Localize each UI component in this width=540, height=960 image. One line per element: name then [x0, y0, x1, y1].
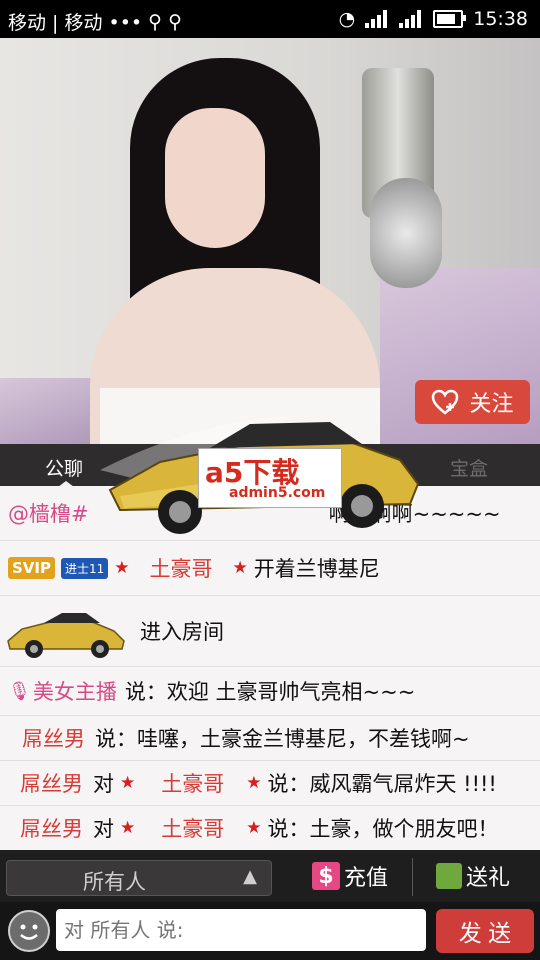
gift-button[interactable]: 送礼: [436, 860, 510, 892]
recharge-label: 充值: [344, 866, 389, 891]
chat-row: 屌丝男 说： 哇噻，土豪金兰博基尼，不差钱啊~: [0, 716, 540, 761]
carrier-label: 移动 | 移动 •••: [8, 12, 143, 34]
chat-verb: 说：: [267, 817, 310, 841]
input-bar: 发 送: [0, 902, 540, 960]
emoji-icon[interactable]: [8, 910, 50, 952]
level-badge: 进士11: [61, 557, 109, 579]
svip-badge: SVIP: [8, 557, 55, 579]
chat-verb: 对: [93, 817, 114, 841]
chat-user-name[interactable]: 美女主播: [33, 676, 117, 706]
chat-verb: 说：: [267, 772, 310, 796]
signal-icon: [365, 10, 389, 28]
clock: 15:38: [473, 8, 528, 30]
star-icon: ★: [246, 773, 262, 793]
divider: [412, 858, 413, 896]
star-icon: ★: [246, 818, 262, 838]
chat-message: 哇噻，土豪金兰博基尼，不差钱啊~: [137, 727, 470, 751]
follow-label: 关注: [469, 392, 514, 417]
chat-verb: 说：: [95, 727, 137, 751]
heart-plus-icon: [432, 389, 459, 415]
star-icon: ★: [120, 818, 136, 838]
usb-icon-2: ⚲: [168, 10, 182, 33]
recharge-button[interactable]: $ 充值: [312, 860, 388, 892]
chat-row: 屌丝男 对 ★ 土豪哥 ★ 说： 威风霸气屌炸天 !!!!: [0, 761, 540, 806]
star-icon: ★: [114, 558, 130, 578]
chat-user-name[interactable]: 屌丝男: [22, 723, 85, 753]
chat-target-name[interactable]: 土豪哥: [161, 813, 224, 843]
dollar-icon: $: [312, 862, 340, 890]
microphone-head: [370, 178, 442, 288]
gift-label: 送礼: [466, 866, 511, 891]
watermark-logo: a5下载 admin5.com: [198, 448, 342, 508]
follow-button[interactable]: 关注: [415, 380, 530, 424]
chat-row: 🎙 美女主播 说： 欢迎 土豪哥帅气亮相~~~: [0, 667, 540, 716]
watermark-site: admin5.com: [229, 485, 326, 501]
send-button[interactable]: 发 送: [436, 909, 534, 953]
chat-row: SVIP 进士11 ★ 土豪哥 ★ 开着兰博基尼: [0, 541, 540, 596]
chat-message: 威风霸气屌炸天 !!!!: [309, 772, 497, 796]
chat-target-name[interactable]: 土豪哥: [161, 768, 224, 798]
tab-public-chat[interactable]: 公聊: [45, 454, 83, 487]
chat-verb: 对: [93, 772, 114, 796]
car-icon: [7, 613, 125, 658]
signal-icon-2: [399, 10, 423, 28]
chat-row: 进入房间: [0, 596, 540, 667]
recipient-label: 所有人: [83, 870, 146, 894]
chat-message: 开着兰博基尼: [253, 557, 380, 581]
chat-message: 欢迎 土豪哥帅气亮相~~~: [166, 680, 416, 704]
streamer-face: [165, 108, 265, 248]
usb-icon: ⚲: [148, 10, 163, 33]
chat-user-name[interactable]: @樯橹#: [8, 498, 89, 528]
star-icon: ★: [120, 773, 136, 793]
status-bar: 移动 | 移动 ••• ⚲ ⚲ ◔ 15:38: [0, 0, 540, 38]
chat-user-name[interactable]: 屌丝男: [20, 813, 83, 843]
chat-user-name[interactable]: 土豪哥: [150, 553, 213, 583]
wifi-icon: ◔: [338, 8, 356, 30]
mic-icon: 🎙: [8, 680, 31, 702]
recipient-select[interactable]: 所有人 ▲: [6, 860, 272, 896]
gift-icon: [436, 863, 462, 889]
tab-treasure-box[interactable]: 宝盒: [450, 454, 488, 481]
chat-message: 土豪，做个朋友吧！: [309, 817, 499, 841]
chat-row: 屌丝男 对 ★ 土豪哥 ★ 说： 土豪，做个朋友吧！: [0, 806, 540, 850]
chat-list[interactable]: @樯橹# 啊啊啊啊~~~~~ SVIP 进士11 ★ 土豪哥 ★ 开着兰博基尼 …: [0, 486, 540, 850]
chat-verb: 说：: [124, 680, 167, 704]
bottom-bar: 所有人 ▲ $ 充值 送礼: [0, 850, 540, 902]
chat-message: 进入房间: [140, 620, 224, 644]
battery-icon: [433, 10, 467, 28]
triangle-up-icon: ▲: [243, 866, 257, 887]
chat-user-name[interactable]: 屌丝男: [20, 768, 83, 798]
chat-input[interactable]: [56, 909, 426, 951]
star-icon: ★: [232, 558, 248, 578]
